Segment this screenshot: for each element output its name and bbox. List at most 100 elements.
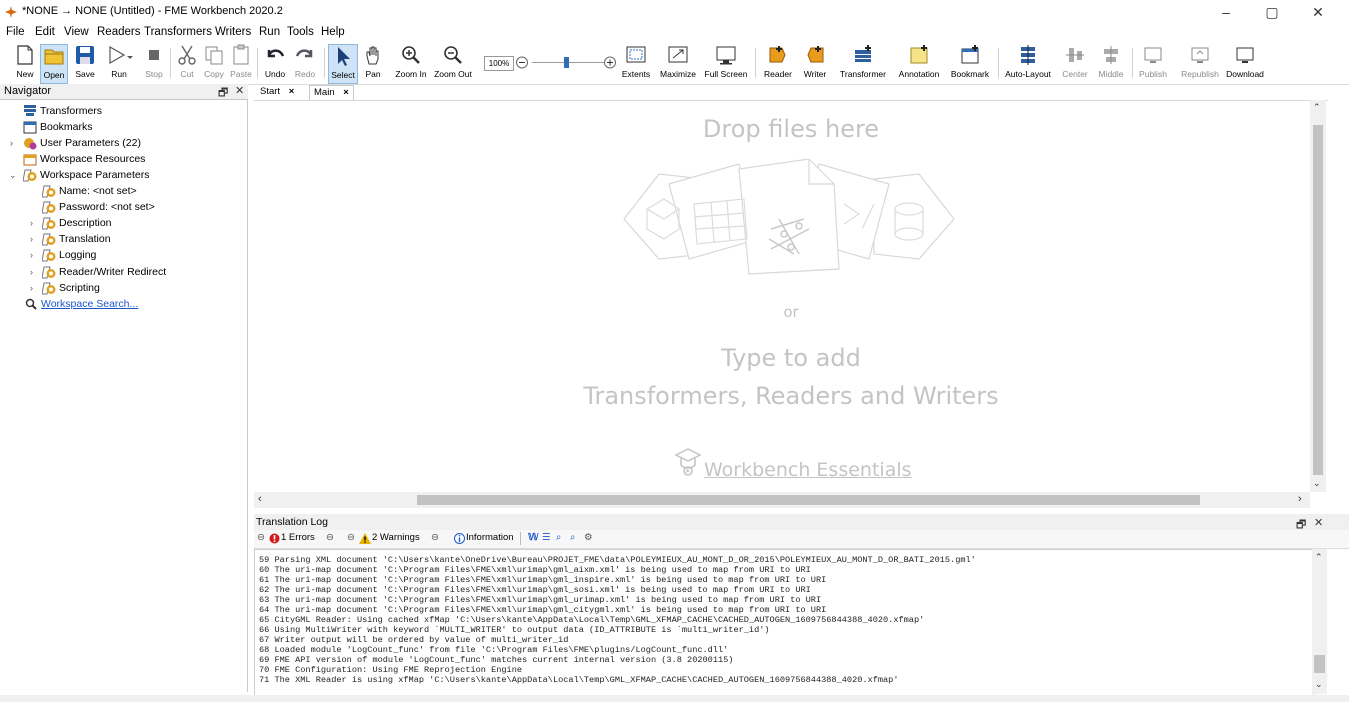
type-to-add-hint: Transformers, Readers and Writers	[583, 382, 999, 410]
full-screen-button[interactable]: Full Screen	[705, 44, 748, 82]
horizontal-scroll-thumb[interactable]	[417, 495, 1200, 505]
auto-layout-button[interactable]: Auto-Layout	[1005, 44, 1051, 82]
center-align-button[interactable]: Center	[1062, 44, 1088, 82]
extents-button[interactable]: Extents	[619, 44, 653, 82]
menu-file[interactable]: File	[6, 26, 25, 38]
add-transformer-button[interactable]: Transformer	[838, 44, 888, 82]
graduation-cap-icon	[674, 448, 702, 476]
add-annotation-button[interactable]: Annotation	[898, 44, 940, 82]
menu-view[interactable]: View	[64, 26, 89, 38]
log-line: 70 FME Configuration: Using FME Reprojec…	[259, 665, 523, 675]
add-reader-button[interactable]: Reader	[763, 44, 793, 82]
log-scroll-thumb[interactable]	[1314, 655, 1325, 673]
search-icon	[25, 298, 37, 310]
information-filter[interactable]: Information	[466, 532, 514, 543]
scroll-left-icon[interactable]: ‹	[258, 493, 262, 505]
translation-log-output[interactable]: 59 Parsing XML document 'C:\Users\kante\…	[254, 549, 1314, 696]
pan-tool-button[interactable]: Pan	[361, 44, 385, 82]
redo-button[interactable]: Redo	[293, 44, 317, 82]
zoom-level-field[interactable]: 100%	[484, 56, 514, 71]
find-icon[interactable]: ⌕	[556, 532, 561, 543]
paste-button[interactable]: Paste	[229, 44, 253, 82]
close-panel-icon[interactable]: ✕	[1314, 516, 1323, 529]
download-button[interactable]: Download	[1226, 44, 1264, 82]
zoom-out-button[interactable]: Zoom Out	[434, 44, 472, 82]
zoom-plus-icon[interactable]	[603, 55, 617, 70]
workbench-essentials-link[interactable]: Workbench Essentials	[704, 459, 912, 481]
parameter-icon	[42, 249, 56, 262]
scroll-right-icon[interactable]: ›	[1298, 493, 1302, 505]
menu-writers[interactable]: Writers	[215, 26, 251, 38]
close-tab-icon[interactable]: ×	[343, 87, 349, 98]
parameter-icon	[42, 217, 56, 230]
republish-icon	[1191, 47, 1209, 63]
publish-button[interactable]: Publish	[1138, 44, 1168, 82]
translation-log-header: Translation Log 🗗 ✕	[254, 514, 1349, 531]
add-writer-button[interactable]: Writer	[800, 44, 830, 82]
transformer-icon	[24, 105, 36, 116]
log-toolbar-separator	[520, 532, 521, 545]
tab-main[interactable]: Main ×	[309, 85, 354, 100]
status-bar	[0, 695, 1349, 702]
errors-filter[interactable]: 1 Errors	[281, 532, 315, 543]
expand-arrow-icon[interactable]: ›	[30, 283, 33, 293]
fme-app-icon	[5, 6, 17, 18]
close-tab-icon[interactable]: ×	[289, 86, 295, 97]
menu-tools[interactable]: Tools	[287, 26, 314, 38]
log-settings-gear-icon[interactable]: ⚙	[584, 532, 593, 543]
canvas-vertical-scrollbar[interactable]: ⌃ ⌄	[1310, 100, 1326, 492]
maximize-button[interactable]: ▢	[1249, 0, 1295, 24]
canvas-horizontal-scrollbar[interactable]: ‹ ›	[254, 492, 1310, 508]
scroll-down-icon[interactable]: ⌄	[1315, 679, 1323, 690]
list-view-icon[interactable]: ☰	[542, 532, 551, 543]
prev-error-icon[interactable]: ⊖	[257, 532, 265, 543]
menu-transformers[interactable]: Transformers	[144, 26, 212, 38]
log-vertical-scrollbar[interactable]: ⌃ ⌄	[1312, 549, 1327, 694]
scroll-up-icon[interactable]: ⌃	[1313, 102, 1321, 113]
redo-icon	[295, 49, 313, 58]
middle-align-button[interactable]: Middle	[1096, 44, 1126, 82]
menu-readers[interactable]: Readers	[97, 26, 140, 38]
new-document-icon	[17, 45, 33, 65]
full-screen-icon	[716, 46, 736, 65]
next-warning-icon[interactable]: ⊖	[431, 532, 439, 543]
bookmark-icon	[961, 45, 979, 64]
vertical-scroll-thumb[interactable]	[1313, 125, 1323, 475]
zoom-slider[interactable]	[515, 55, 615, 70]
menu-help[interactable]: Help	[321, 26, 345, 38]
drop-files-text: Drop files here	[702, 115, 880, 143]
zoom-in-icon	[402, 46, 420, 64]
expand-arrow-icon[interactable]: ›	[30, 250, 33, 260]
prev-warning-icon[interactable]: ⊖	[347, 532, 355, 543]
collapse-arrow-icon[interactable]: ⌄	[9, 170, 17, 181]
workspace-canvas[interactable]: Drop files here or Type to add Transform…	[254, 100, 1328, 493]
stop-button[interactable]: Stop	[141, 44, 167, 82]
close-button[interactable]: ✕	[1295, 0, 1341, 24]
find-next-icon[interactable]: ⌕	[570, 532, 575, 543]
expand-arrow-icon[interactable]: ›	[10, 138, 13, 148]
add-bookmark-button[interactable]: Bookmark	[950, 44, 990, 82]
maximize-view-button[interactable]: Maximize	[659, 44, 697, 82]
expand-arrow-icon[interactable]: ›	[30, 234, 33, 244]
navigator-panel: Transformers Bookmarks › User Parameters…	[0, 100, 248, 692]
run-button[interactable]: Run	[104, 44, 134, 82]
tab-start[interactable]: Start ×	[256, 85, 298, 99]
republish-button[interactable]: Republish	[1180, 44, 1220, 82]
wrap-text-icon[interactable]: 𝕎	[528, 532, 539, 543]
menu-edit[interactable]: Edit	[35, 26, 55, 38]
copy-icon	[205, 46, 223, 65]
log-line: 71 The XML Reader is using xfMap 'C:\Use…	[259, 675, 899, 685]
scroll-up-icon[interactable]: ⌃	[1315, 552, 1323, 563]
warnings-filter[interactable]: 2 Warnings	[372, 532, 420, 543]
next-error-icon[interactable]: ⊖	[326, 532, 334, 543]
log-line: 61 The uri-map document 'C:\Program File…	[259, 575, 827, 585]
expand-arrow-icon[interactable]: ›	[30, 267, 33, 277]
scroll-down-icon[interactable]: ⌄	[1313, 478, 1321, 489]
minimize-button[interactable]: –	[1203, 0, 1249, 24]
information-icon	[454, 533, 465, 544]
expand-arrow-icon[interactable]: ›	[30, 218, 33, 228]
zoom-in-button[interactable]: Zoom In	[395, 44, 427, 82]
menu-run[interactable]: Run	[259, 26, 280, 38]
close-panel-icon[interactable]: ✕	[235, 84, 244, 97]
reader-icon	[769, 46, 786, 63]
